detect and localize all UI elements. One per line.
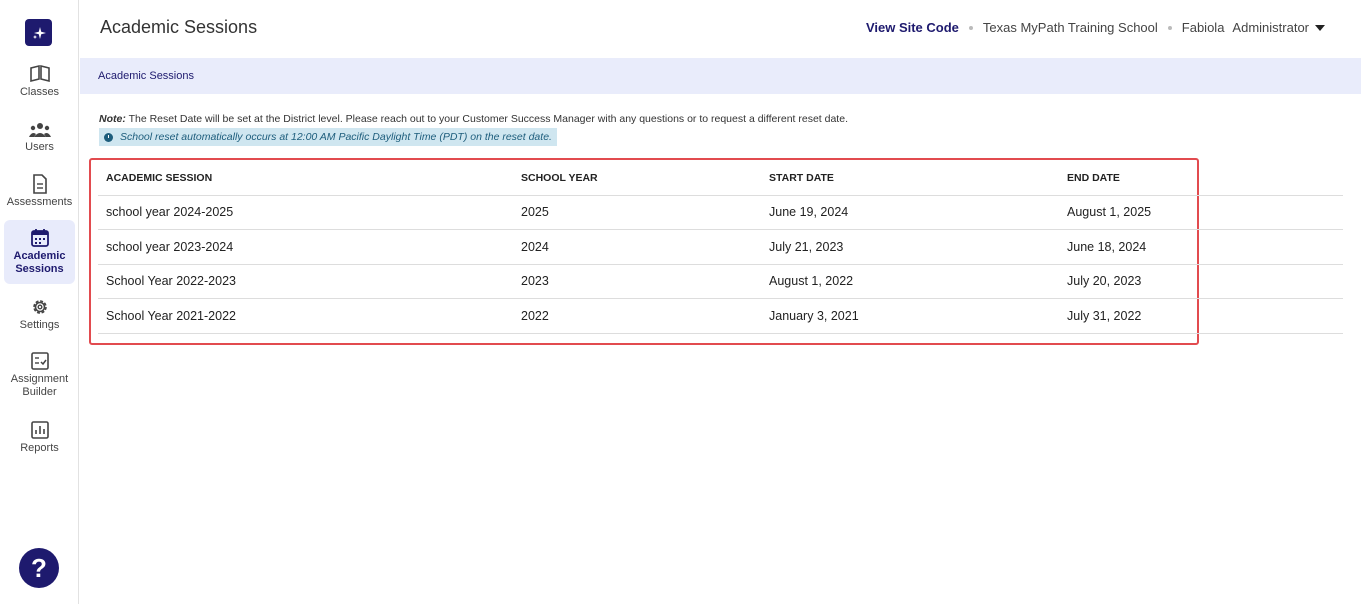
breadcrumb: Academic Sessions [80, 58, 1361, 94]
sidebar-item-label: Users [25, 141, 54, 153]
clock-icon [104, 132, 113, 142]
column-header-academic-session[interactable]: ACADEMIC SESSION [98, 162, 513, 196]
sidebar-item-reports[interactable]: Reports [4, 420, 75, 460]
start-date: August 1, 2022 [761, 264, 1059, 299]
sidebar-item-academic-sessions[interactable]: Academic Sessions [4, 220, 75, 284]
header-actions: View Site Code Texas MyPath Training Sch… [866, 20, 1325, 35]
school-year: 2025 [513, 195, 761, 230]
gear-icon [32, 300, 47, 314]
sidebar-item-label: Classes [19, 86, 60, 98]
school-year: 2022 [513, 298, 761, 334]
start-date: June 19, 2024 [761, 195, 1059, 230]
reset-info-banner: School reset automatically occurs at 12:… [99, 128, 557, 146]
start-date: January 3, 2021 [761, 298, 1059, 334]
session-name: School Year 2021-2022 [98, 298, 513, 334]
school-year: 2024 [513, 229, 761, 265]
help-button[interactable]: ? [19, 548, 59, 588]
session-name: School Year 2022-2023 [98, 264, 513, 299]
sidebar-item-label: Assignment Builder [10, 373, 69, 398]
sidebar-item-settings[interactable]: Settings [4, 297, 75, 337]
user-menu[interactable]: Fabiola Administrator [1182, 20, 1325, 35]
document-icon [32, 174, 47, 194]
note-text: The Reset Date will be set at the Distri… [125, 113, 848, 125]
user-role: Administrator [1232, 20, 1309, 35]
breadcrumb-item[interactable]: Academic Sessions [98, 70, 194, 82]
sidebar-item-assessments[interactable]: Assessments [4, 174, 75, 214]
sidebar-item-label: Academic Sessions [13, 250, 66, 275]
users-icon [28, 123, 51, 137]
page-title: Academic Sessions [100, 17, 258, 37]
column-header-start-date[interactable]: START DATE [761, 162, 1059, 196]
table-row[interactable]: school year 2024-2025 2025 June 19, 2024… [98, 195, 1343, 230]
session-name: school year 2023-2024 [98, 229, 513, 265]
caret-down-icon [1315, 24, 1325, 31]
sparkle-icon [32, 26, 46, 39]
separator-dot [1167, 25, 1172, 30]
reset-info-text: School reset automatically occurs at 12:… [120, 131, 552, 143]
user-name: Fabiola [1181, 20, 1225, 35]
end-date: June 18, 2024 [1059, 229, 1343, 265]
bar-chart-icon [30, 421, 49, 439]
table-header-row: ACADEMIC SESSION SCHOOL YEAR START DATE … [98, 162, 1343, 196]
end-date: August 1, 2025 [1059, 195, 1343, 230]
note-label: Note: [99, 113, 126, 125]
table-row[interactable]: School Year 2022-2023 2023 August 1, 202… [98, 264, 1343, 299]
school-year: 2023 [513, 264, 761, 299]
reset-note: Note: The Reset Date will be set at the … [99, 113, 848, 125]
help-icon: ? [31, 552, 47, 583]
table-row[interactable]: School Year 2021-2022 2022 January 3, 20… [98, 298, 1343, 334]
start-date: July 21, 2023 [761, 229, 1059, 265]
school-name: Texas MyPath Training School [982, 20, 1158, 35]
sidebar-item-assignment-builder[interactable]: Assignment Builder [4, 351, 75, 401]
academic-sessions-table: ACADEMIC SESSION SCHOOL YEAR START DATE … [98, 162, 1343, 334]
view-site-code-link[interactable]: View Site Code [866, 20, 959, 35]
sidebar-item-users[interactable]: Users [4, 121, 75, 161]
book-icon [29, 64, 50, 83]
sidebar: Classes Users Assessments Academic Sessi… [0, 0, 79, 604]
checklist-icon [30, 352, 49, 370]
column-header-end-date[interactable]: END DATE [1059, 162, 1343, 196]
sidebar-item-label: Settings [19, 319, 60, 331]
calendar-icon [30, 229, 49, 247]
sidebar-item-label: Reports [20, 442, 59, 454]
separator-dot [968, 25, 973, 30]
end-date: July 20, 2023 [1059, 264, 1343, 299]
sidebar-item-classes[interactable]: Classes [4, 64, 75, 104]
end-date: July 31, 2022 [1059, 298, 1343, 334]
session-name: school year 2024-2025 [98, 195, 513, 230]
sidebar-item-label: Assessments [6, 196, 73, 208]
app-logo[interactable] [25, 19, 52, 46]
column-header-school-year[interactable]: SCHOOL YEAR [513, 162, 761, 196]
table-row[interactable]: school year 2023-2024 2024 July 21, 2023… [98, 229, 1343, 265]
